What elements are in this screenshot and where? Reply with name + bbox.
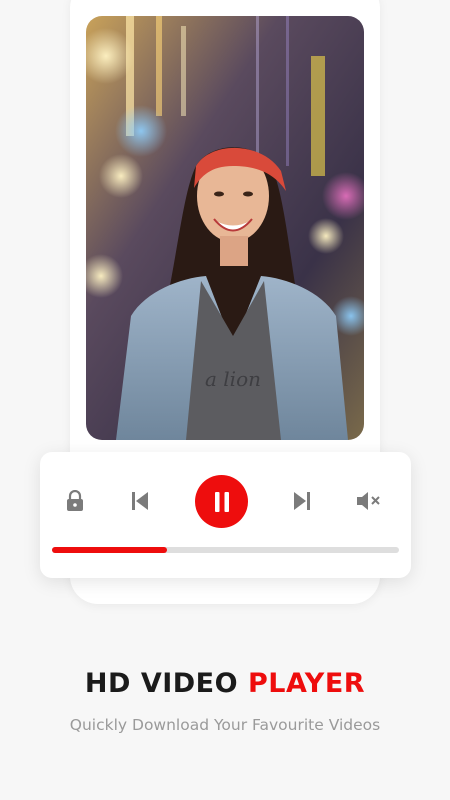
video-preview-image: a lion bbox=[86, 16, 364, 440]
progress-bar[interactable] bbox=[52, 547, 399, 553]
headline-accent: PLAYER bbox=[247, 668, 366, 699]
pause-icon bbox=[214, 491, 229, 512]
pause-button[interactable] bbox=[195, 475, 248, 528]
volume-mute-icon bbox=[357, 492, 380, 510]
lock-icon bbox=[67, 490, 83, 511]
subtitle: Quickly Download Your Favourite Videos bbox=[69, 716, 381, 734]
headline-part1: HD VIDEO bbox=[84, 668, 248, 699]
headline: HD VIDEO PLAYER bbox=[0, 668, 450, 699]
svg-text:a lion: a lion bbox=[205, 367, 261, 391]
skip-previous-icon bbox=[132, 492, 148, 510]
next-button[interactable] bbox=[289, 488, 315, 514]
player-controls-card bbox=[40, 452, 411, 578]
progress-bar-fill bbox=[52, 547, 167, 553]
lock-button[interactable] bbox=[62, 488, 88, 514]
mute-button[interactable] bbox=[355, 488, 383, 514]
previous-button[interactable] bbox=[127, 488, 153, 514]
skip-next-icon bbox=[294, 492, 310, 510]
video-preview[interactable]: a lion bbox=[86, 16, 364, 440]
